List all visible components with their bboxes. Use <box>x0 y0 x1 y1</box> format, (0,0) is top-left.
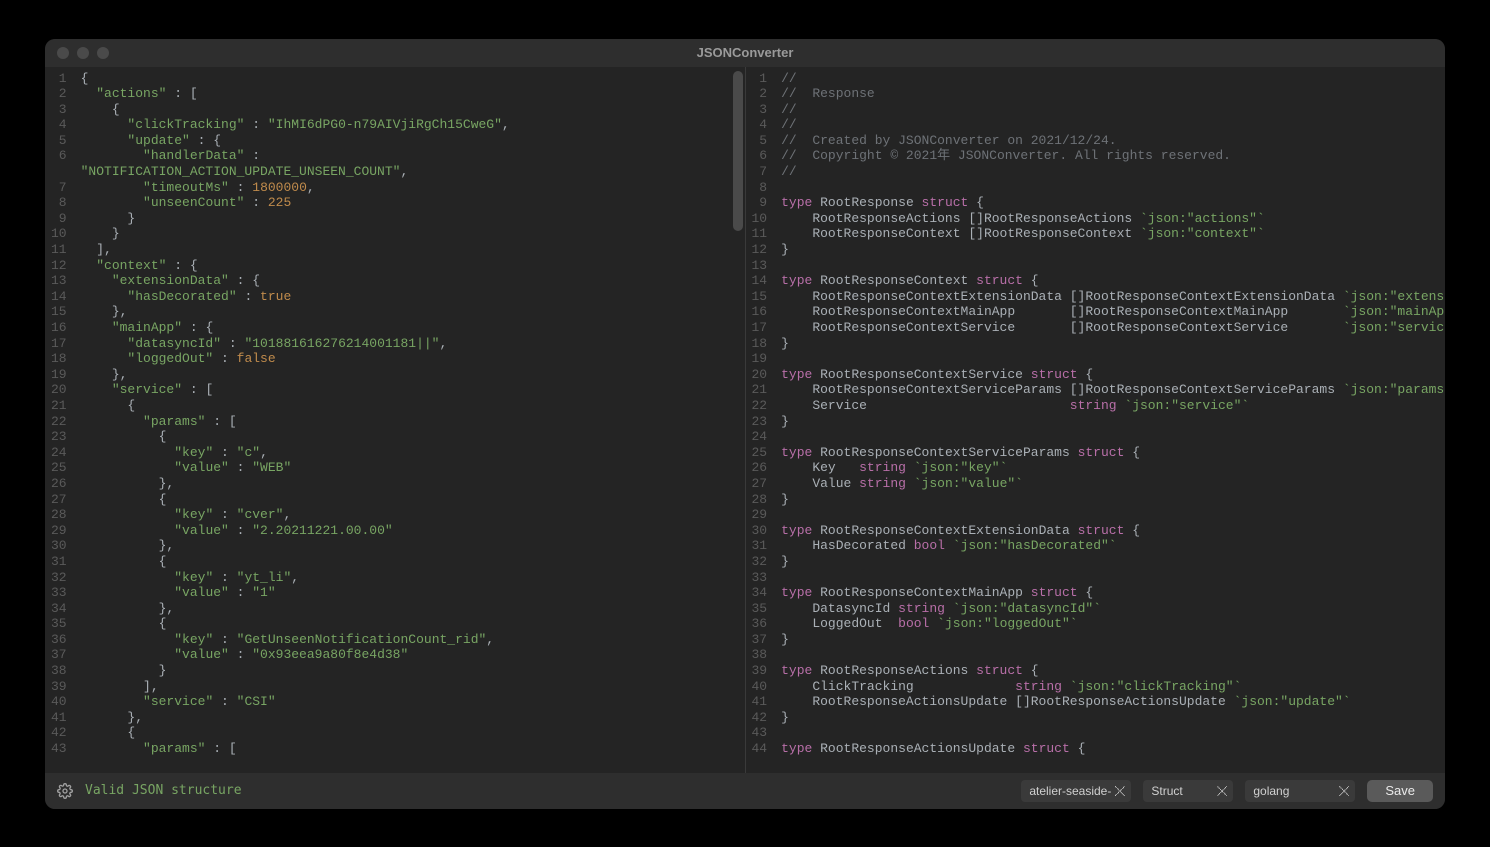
app-window: JSONConverter 1 2 3 4 5 6 7 8 9 10 11 12… <box>45 39 1445 809</box>
kind-select-label: Struct <box>1151 784 1182 798</box>
editor-panes: 1 2 3 4 5 6 7 8 9 10 11 12 13 14 15 16 1… <box>45 67 1445 773</box>
output-pane: 1 2 3 4 5 6 7 8 9 10 11 12 13 14 15 16 1… <box>746 67 1446 773</box>
scrollbar-thumb[interactable] <box>733 71 743 231</box>
traffic-lights <box>45 47 109 59</box>
status-text: Valid JSON structure <box>85 783 242 798</box>
titlebar[interactable]: JSONConverter <box>45 39 1445 67</box>
theme-select-label: atelier-seaside- <box>1029 784 1111 798</box>
kind-select[interactable]: Struct <box>1143 780 1233 802</box>
close-icon[interactable] <box>57 47 69 59</box>
theme-select[interactable]: atelier-seaside- <box>1021 780 1131 802</box>
footer-bar: Valid JSON structure atelier-seaside- St… <box>45 773 1445 809</box>
save-button[interactable]: Save <box>1367 780 1433 802</box>
json-input-pane: 1 2 3 4 5 6 7 8 9 10 11 12 13 14 15 16 1… <box>45 67 746 773</box>
window-title: JSONConverter <box>697 45 794 60</box>
language-select[interactable]: golang <box>1245 780 1355 802</box>
json-editor[interactable]: { "actions" : [ { "clickTracking" : "IhM… <box>75 67 745 773</box>
minimize-icon[interactable] <box>77 47 89 59</box>
language-select-label: golang <box>1253 784 1289 798</box>
zoom-icon[interactable] <box>97 47 109 59</box>
output-editor[interactable]: // // Response // // // Created by JSONC… <box>775 67 1445 773</box>
json-gutter: 1 2 3 4 5 6 7 8 9 10 11 12 13 14 15 16 1… <box>45 67 75 773</box>
gear-icon[interactable] <box>57 783 73 799</box>
output-gutter: 1 2 3 4 5 6 7 8 9 10 11 12 13 14 15 16 1… <box>746 67 776 773</box>
